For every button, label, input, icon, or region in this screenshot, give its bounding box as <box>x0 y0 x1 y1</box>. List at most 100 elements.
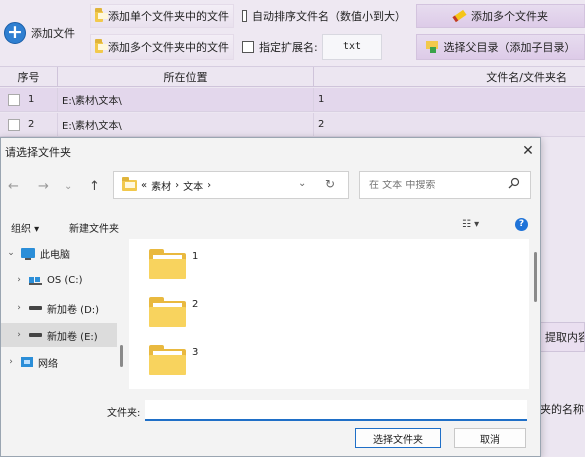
auto-sort-checkbox[interactable]: 自动排序文件名（数值小到大） <box>238 4 410 28</box>
os-drive-icon <box>29 275 42 285</box>
checkbox-box[interactable] <box>242 41 254 53</box>
chevron-right-icon[interactable]: › <box>12 275 26 285</box>
nav-item-label: 网络 <box>38 358 58 370</box>
nav-item-label: OS (C:) <box>47 274 83 286</box>
checkbox-box[interactable] <box>242 10 247 22</box>
add-multi-dirs-label: 添加多个文件夹 <box>471 10 548 23</box>
breadcrumb-separator[interactable]: › <box>175 180 179 191</box>
folder-name: 3 <box>192 347 199 358</box>
add-single-folder-label: 添加单个文件夹中的文件 <box>108 10 229 23</box>
help-icon[interactable]: ? <box>515 218 528 231</box>
nav-item-label: 新加卷 (E:) <box>47 331 98 343</box>
folder-icon <box>149 249 186 279</box>
back-arrow-icon[interactable]: ← <box>8 179 19 194</box>
col-header-name[interactable]: 文件名/文件夹名 <box>314 67 585 86</box>
content-scrollbar[interactable] <box>534 252 537 302</box>
ext-filter-checkbox[interactable]: 指定扩展名: <box>238 34 322 60</box>
folder-icon <box>95 7 108 22</box>
chevron-down-icon[interactable]: ⌄ <box>4 248 18 258</box>
list-item[interactable]: 1 <box>149 249 198 279</box>
nav-item-label: 新加卷 (D:) <box>47 304 100 316</box>
refresh-icon[interactable]: ↻ <box>325 177 335 191</box>
network-icon <box>21 357 33 367</box>
dialog-title: 请选择文件夹 <box>5 146 71 159</box>
address-dropdown-icon[interactable]: ⌄ <box>298 178 306 189</box>
ext-label: 指定扩展名: <box>259 41 318 54</box>
auto-sort-label: 自动排序文件名（数值小到大） <box>252 10 406 23</box>
chevron-right-icon[interactable]: › <box>12 330 26 340</box>
forward-arrow-icon[interactable]: → <box>38 179 49 194</box>
search-icon[interactable] <box>508 177 520 189</box>
extract-content-button[interactable]: 提取内容 <box>540 322 585 352</box>
row-index: 2 <box>28 119 35 130</box>
folder-icon <box>95 38 108 53</box>
navigation-pane: ⌄ 此电脑 › OS (C:) › 新加卷 (D:) › 新加卷 (E:) › … <box>1 239 117 389</box>
folder-picker-dialog: 请选择文件夹 ✕ ← → ⌄ ↑ « 素材 › 文本 › ⌄ ↻ 组织 ▾ 新建… <box>0 137 541 457</box>
view-options-icon[interactable]: ☷ ▾ <box>462 219 479 230</box>
organize-menu[interactable]: 组织 ▾ <box>11 220 39 235</box>
table-row[interactable]: 1 E:\素材\文本\ 1 <box>0 88 585 112</box>
up-arrow-icon[interactable]: ↑ <box>89 179 100 194</box>
row-location: E:\素材\文本\ <box>58 88 314 111</box>
row-location: E:\素材\文本\ <box>58 113 314 136</box>
add-multi-dirs-button[interactable]: 添加多个文件夹 <box>416 4 585 28</box>
folder-list: 1 2 3 <box>129 239 529 389</box>
folder-name: 2 <box>192 299 199 310</box>
nav-scrollbar[interactable] <box>120 345 123 367</box>
folder-icon <box>149 297 186 327</box>
row-checkbox[interactable] <box>8 118 20 131</box>
chevron-right-icon[interactable]: › <box>4 357 18 367</box>
extension-input[interactable]: txt <box>322 34 382 60</box>
list-item[interactable]: 2 <box>149 297 198 327</box>
add-circle-icon: + <box>4 22 26 44</box>
recent-dropdown-icon[interactable]: ⌄ <box>64 181 72 192</box>
address-overflow[interactable]: « <box>141 180 147 191</box>
list-item[interactable]: 3 <box>149 345 198 375</box>
nav-item-drive-e[interactable]: › 新加卷 (E:) <box>1 323 117 347</box>
col-header-index[interactable]: 序号 <box>0 67 58 86</box>
new-folder-button[interactable]: 新建文件夹 <box>69 220 119 235</box>
breadcrumb-item[interactable]: 素材 <box>151 178 171 193</box>
row-index: 1 <box>28 94 35 105</box>
search-box[interactable] <box>359 171 531 199</box>
pc-icon <box>21 248 35 260</box>
nav-item-drive-d[interactable]: › 新加卷 (D:) <box>1 296 117 320</box>
pencil-icon <box>452 9 467 23</box>
row-checkbox[interactable] <box>8 93 20 106</box>
add-file-label: 添加文件 <box>31 27 75 40</box>
folder-name-label: 夹的名称 <box>540 403 584 416</box>
folder-name: 1 <box>192 251 199 262</box>
drive-icon <box>29 333 42 337</box>
add-multi-folder-button[interactable]: 添加多个文件夹中的文件 <box>90 34 234 60</box>
table-row[interactable]: 2 E:\素材\文本\ 2 <box>0 113 585 137</box>
search-input[interactable] <box>369 179 499 191</box>
select-parent-label: 选择父目录（添加子目录） <box>443 41 576 54</box>
address-bar[interactable]: « 素材 › 文本 › <box>113 171 349 199</box>
nav-item-label: 此电脑 <box>40 249 70 261</box>
add-single-folder-button[interactable]: 添加单个文件夹中的文件 <box>90 4 234 28</box>
cancel-button[interactable]: 取消 <box>454 428 526 448</box>
close-icon[interactable]: ✕ <box>515 139 541 163</box>
row-name: 1 <box>318 94 325 105</box>
nav-item-network[interactable]: › 网络 <box>1 350 117 374</box>
folder-field-label: 文件夹: <box>107 408 141 419</box>
col-header-location[interactable]: 所在位置 <box>58 67 314 86</box>
drive-icon <box>29 306 42 310</box>
folder-icon <box>149 345 186 375</box>
chevron-right-icon[interactable]: › <box>12 303 26 313</box>
folder-input[interactable] <box>145 400 527 421</box>
add-multi-folder-label: 添加多个文件夹中的文件 <box>108 41 229 54</box>
command-bar: 组织 ▾ 新建文件夹 ☷ ▾ ? <box>1 216 542 238</box>
folder-icon <box>122 176 137 191</box>
select-folder-button[interactable]: 选择文件夹 <box>355 428 441 448</box>
add-file-button[interactable]: + 添加文件 <box>0 0 88 66</box>
select-parent-button[interactable]: 选择父目录（添加子目录） <box>416 34 585 60</box>
breadcrumb-separator[interactable]: › <box>207 180 211 191</box>
folder-tree-icon <box>425 41 439 53</box>
grid-header: 序号 所在位置 文件名/文件夹名 <box>0 67 585 87</box>
nav-item-this-pc[interactable]: ⌄ 此电脑 <box>1 241 117 265</box>
breadcrumb-item[interactable]: 文本 <box>183 178 203 193</box>
toolbar: + 添加文件 添加单个文件夹中的文件 添加多个文件夹中的文件 自动排序文件名（数… <box>0 0 585 67</box>
nav-item-drive-c[interactable]: › OS (C:) <box>1 268 117 292</box>
row-name: 2 <box>318 119 325 130</box>
